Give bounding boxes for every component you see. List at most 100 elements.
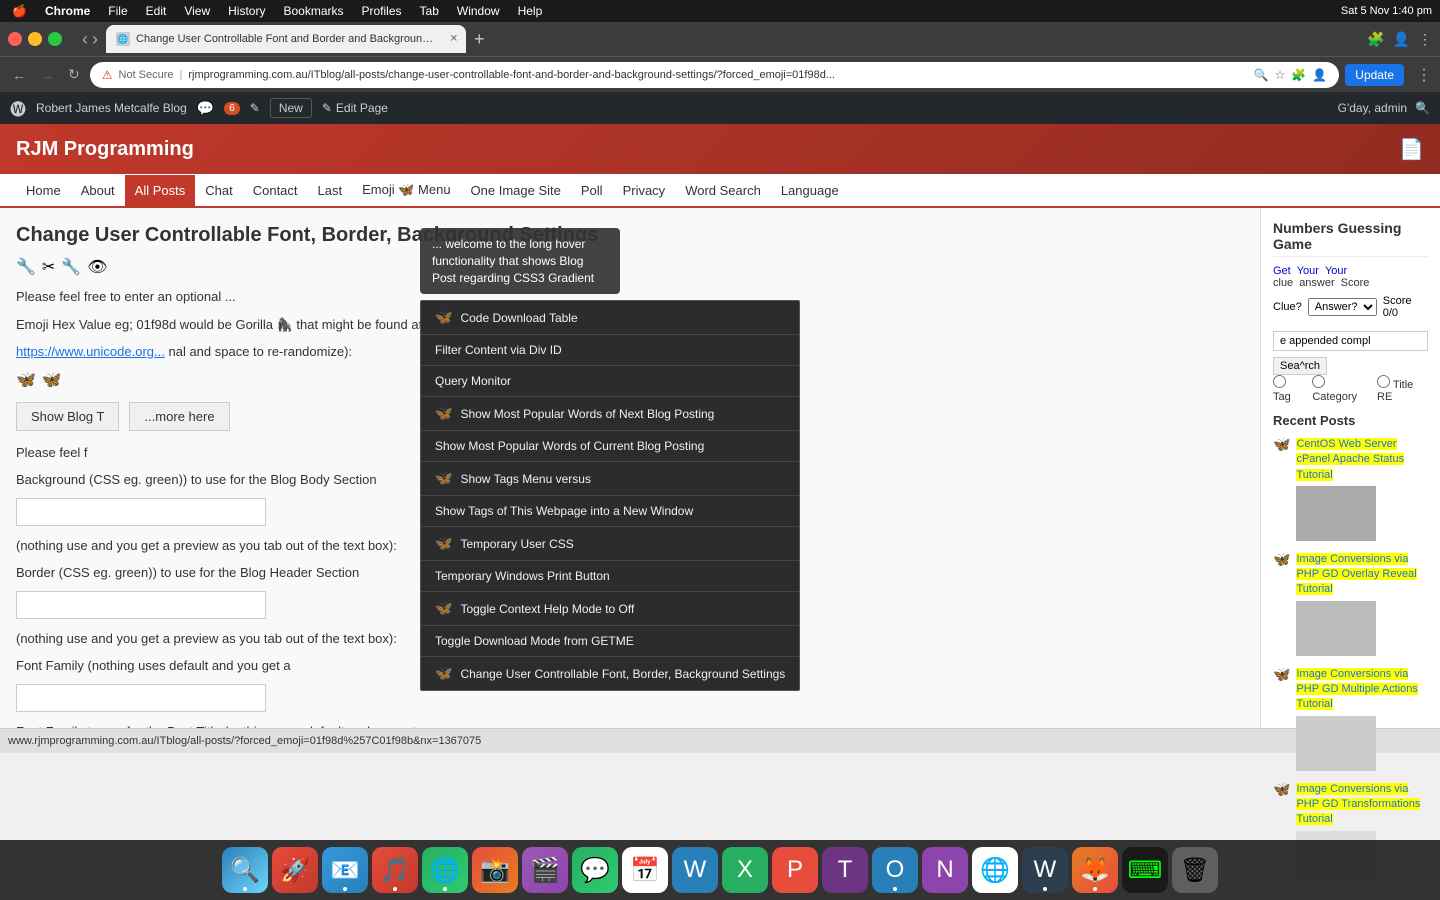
dock-photos[interactable]: 📸: [472, 847, 518, 893]
show-blog-button[interactable]: Show Blog T: [16, 402, 119, 431]
radio-category[interactable]: [1312, 375, 1325, 388]
dock-wordpress[interactable]: W: [1022, 847, 1068, 893]
nav-emoji-menu[interactable]: Emoji 🦋 Menu: [352, 174, 460, 206]
maximize-button[interactable]: [48, 32, 62, 46]
font-family-input[interactable]: [16, 684, 266, 712]
more-button[interactable]: ...more here: [129, 402, 229, 431]
chrome-menu[interactable]: Chrome: [41, 4, 94, 18]
context-item-popular-next[interactable]: 🦋 Show Most Popular Words of Next Blog P…: [421, 397, 799, 431]
radio-category-label[interactable]: Category: [1312, 375, 1369, 403]
search-icon-admin[interactable]: 🔍: [1415, 101, 1430, 115]
radio-title-re-label[interactable]: Title RE: [1377, 375, 1428, 403]
radio-tag-label[interactable]: Tag: [1273, 375, 1304, 403]
update-button[interactable]: Update: [1345, 64, 1404, 86]
nav-privacy[interactable]: Privacy: [613, 175, 676, 206]
active-tab[interactable]: 🌐 Change User Controllable Font and Bord…: [106, 25, 466, 53]
edit-menu[interactable]: Edit: [142, 4, 171, 18]
nav-home[interactable]: Home: [16, 175, 71, 206]
site-name[interactable]: Robert James Metcalfe Blog: [36, 101, 187, 115]
nav-word-search[interactable]: Word Search: [675, 175, 771, 206]
post-link-2[interactable]: Image Conversions via PHP GD Overlay Rev…: [1296, 553, 1416, 596]
profile-icon[interactable]: 👤: [1393, 31, 1410, 48]
new-tab-button[interactable]: +: [466, 29, 493, 50]
dock-trash[interactable]: 🗑: [1172, 847, 1218, 893]
dock-mail[interactable]: 📧: [322, 847, 368, 893]
dock-word[interactable]: W: [672, 847, 718, 893]
nav-one-image-site[interactable]: One Image Site: [461, 175, 571, 206]
wp-logo-icon[interactable]: 🅦: [10, 96, 26, 120]
tab-close-button[interactable]: ✕: [450, 34, 458, 45]
forward-button[interactable]: →: [36, 65, 58, 85]
profile-avatar[interactable]: 👤: [1312, 68, 1327, 82]
edit-page-button[interactable]: ✎ Edit Page: [322, 101, 388, 115]
settings-icon[interactable]: ⋮: [1418, 31, 1432, 48]
edit-pencil-icon[interactable]: ✎: [250, 101, 260, 115]
context-item-temp-css[interactable]: 🦋 Temporary User CSS: [421, 527, 799, 561]
context-item-filter[interactable]: Filter Content via Div ID: [421, 335, 799, 366]
dock-powerpoint[interactable]: P: [772, 847, 818, 893]
answer-select[interactable]: Answer?: [1308, 298, 1377, 316]
dock-terminal[interactable]: ⌨: [1122, 847, 1168, 893]
nav-last[interactable]: Last: [308, 175, 353, 206]
emoji-link[interactable]: https://www.unicode.org...: [16, 344, 165, 359]
back-button[interactable]: ←: [8, 65, 30, 85]
nav-about[interactable]: About: [71, 175, 125, 206]
dock-music[interactable]: 🎵: [372, 847, 418, 893]
view-menu[interactable]: View: [180, 4, 214, 18]
dock-finder[interactable]: 🔍: [222, 847, 268, 893]
border-input[interactable]: [16, 591, 266, 619]
background-input[interactable]: [16, 498, 266, 526]
prev-tab-button[interactable]: ‹: [82, 29, 88, 50]
history-menu[interactable]: History: [224, 4, 269, 18]
dock-teams[interactable]: T: [822, 847, 868, 893]
dock-firefox[interactable]: 🦊: [1072, 847, 1118, 893]
dock-outlook[interactable]: O: [872, 847, 918, 893]
nav-poll[interactable]: Poll: [571, 175, 613, 206]
apple-menu[interactable]: 🍎: [8, 4, 31, 18]
nav-contact[interactable]: Contact: [243, 175, 308, 206]
search-icon[interactable]: 🔍: [1254, 68, 1269, 82]
post-link-1[interactable]: CentOS Web Server cPanel Apache Status T…: [1296, 438, 1404, 481]
context-item-toggle-download[interactable]: Toggle Download Mode from GETME: [421, 626, 799, 657]
context-item-toggle-help[interactable]: 🦋 Toggle Context Help Mode to Off: [421, 592, 799, 626]
help-menu[interactable]: Help: [514, 4, 547, 18]
next-tab-button[interactable]: ›: [92, 29, 98, 50]
nav-chat[interactable]: Chat: [195, 175, 242, 206]
file-menu[interactable]: File: [104, 4, 131, 18]
radio-title-re[interactable]: [1377, 375, 1390, 388]
context-item-code-download[interactable]: 🦋 Code Download Table: [421, 301, 799, 335]
new-button[interactable]: New: [270, 98, 312, 118]
search-button[interactable]: Sea^rch: [1273, 357, 1327, 375]
post-link-4[interactable]: Image Conversions via PHP GD Transformat…: [1296, 783, 1420, 826]
extension-icon[interactable]: 🧩: [1291, 68, 1306, 82]
context-item-query-monitor[interactable]: Query Monitor: [421, 366, 799, 397]
address-field[interactable]: ⚠ Not Secure | rjmprogramming.com.au/ITb…: [90, 62, 1340, 88]
context-item-tags-window[interactable]: Show Tags of This Webpage into a New Win…: [421, 496, 799, 527]
dock-messages[interactable]: 💬: [572, 847, 618, 893]
minimize-button[interactable]: [28, 32, 42, 46]
context-item-popular-current[interactable]: Show Most Popular Words of Current Blog …: [421, 431, 799, 462]
window-menu[interactable]: Window: [453, 4, 504, 18]
dock-onenote[interactable]: N: [922, 847, 968, 893]
sidebar-search-input[interactable]: [1273, 331, 1428, 351]
context-item-tags-menu[interactable]: 🦋 Show Tags Menu versus: [421, 462, 799, 496]
close-button[interactable]: [8, 32, 22, 46]
dock-excel[interactable]: X: [722, 847, 768, 893]
edit-page-icon[interactable]: 📄: [1399, 137, 1424, 162]
bookmarks-menu[interactable]: Bookmarks: [279, 4, 347, 18]
dock-chrome[interactable]: 🌐: [972, 847, 1018, 893]
context-item-change-settings[interactable]: 🦋 Change User Controllable Font, Border,…: [421, 657, 799, 690]
nav-all-posts[interactable]: All Posts: [125, 175, 196, 206]
radio-tag[interactable]: [1273, 375, 1286, 388]
more-options-icon[interactable]: ⋮: [1410, 65, 1432, 85]
reload-button[interactable]: ↻: [64, 64, 84, 85]
comments-icon[interactable]: 💬: [197, 100, 214, 117]
extensions-icon[interactable]: 🧩: [1367, 31, 1384, 48]
nav-language[interactable]: Language: [771, 175, 849, 206]
address-text[interactable]: rjmprogramming.com.au/ITblog/all-posts/c…: [188, 69, 1247, 81]
tab-menu[interactable]: Tab: [416, 4, 443, 18]
dock-movies[interactable]: 🎬: [522, 847, 568, 893]
dock-safari[interactable]: 🌐: [422, 847, 468, 893]
dock-calendar[interactable]: 📅: [622, 847, 668, 893]
context-item-temp-print[interactable]: Temporary Windows Print Button: [421, 561, 799, 592]
